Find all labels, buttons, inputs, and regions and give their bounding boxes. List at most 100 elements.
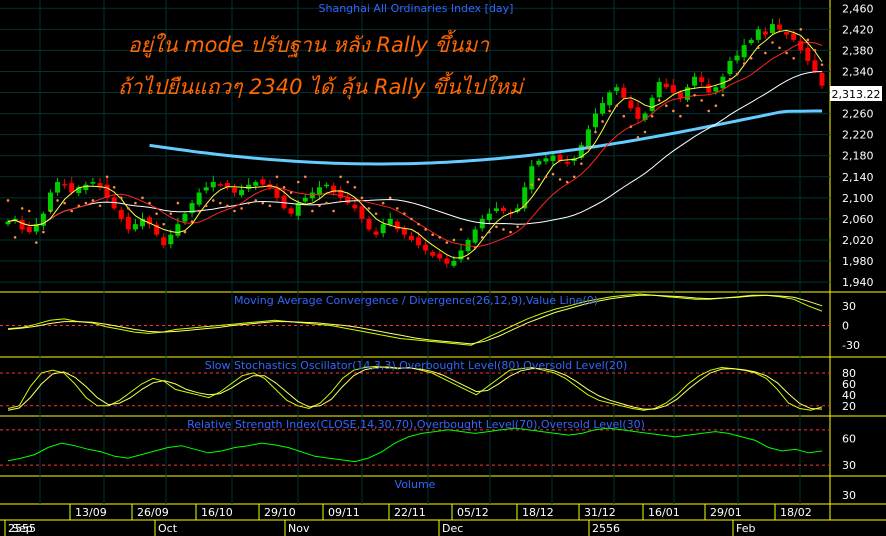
sar-dot xyxy=(20,207,24,210)
candle-body xyxy=(649,97,655,111)
price-tick-label: 2,100 xyxy=(842,192,874,205)
sar-dot xyxy=(594,130,597,134)
sar-dot xyxy=(693,93,696,97)
sar-dot xyxy=(119,196,123,200)
sar-dot xyxy=(615,104,619,107)
sar-dot xyxy=(403,212,406,215)
x-period-label: Feb xyxy=(736,522,755,535)
sar-dot xyxy=(197,209,201,213)
sar-dot xyxy=(296,180,300,184)
candle-body xyxy=(656,81,662,98)
sar-dot xyxy=(303,175,307,179)
sar-dot xyxy=(509,230,512,234)
sar-dot xyxy=(679,114,682,118)
sar-dot xyxy=(813,49,817,52)
candle-body xyxy=(493,208,499,212)
candle-body xyxy=(592,113,598,128)
sar-dot xyxy=(381,201,385,205)
candle-body xyxy=(62,184,68,186)
sar-dot xyxy=(792,56,795,60)
x-period-label: 2556 xyxy=(592,522,620,535)
sar-dot xyxy=(240,207,243,210)
sar-dot xyxy=(502,228,505,231)
sar-dot xyxy=(56,199,59,202)
candle-body xyxy=(734,55,740,61)
oscillator-tick-label: -30 xyxy=(842,339,860,352)
stochastics-panel xyxy=(0,365,830,411)
candle-body xyxy=(55,182,61,193)
sar-dot xyxy=(466,257,470,260)
sar-dot xyxy=(27,209,31,213)
candle-body xyxy=(585,129,591,147)
sar-dot xyxy=(346,180,350,184)
sar-dot xyxy=(785,51,788,55)
sar-dot xyxy=(261,201,265,205)
candle-body xyxy=(217,184,223,186)
candle-body xyxy=(564,162,570,164)
sar-dot xyxy=(360,196,364,200)
sar-dot xyxy=(84,201,88,205)
price-tick-label: 2,340 xyxy=(842,65,874,78)
x-date-label: 09/11 xyxy=(328,506,360,519)
candle-body xyxy=(741,45,747,58)
volume-title: Volume xyxy=(395,478,436,491)
candle-body xyxy=(19,219,25,230)
sar-dot xyxy=(268,204,272,208)
sar-dot xyxy=(565,180,569,184)
candle-body xyxy=(769,24,775,34)
x-period-label: Dec xyxy=(442,522,463,535)
sar-dot xyxy=(473,246,477,250)
candle-body xyxy=(175,224,181,236)
x-date-label: 18/12 xyxy=(522,506,554,519)
candle-body xyxy=(69,183,75,193)
candle-body xyxy=(345,197,351,204)
candle-body xyxy=(288,208,294,214)
sar-dot xyxy=(424,228,427,231)
sar-dot xyxy=(417,222,420,226)
sar-dot xyxy=(686,104,689,107)
candle-body xyxy=(486,213,492,220)
x-date-label: 29/10 xyxy=(264,506,296,519)
sar-dot xyxy=(728,78,732,81)
sar-dot xyxy=(707,109,711,113)
sar-dot xyxy=(169,212,173,215)
candle-body xyxy=(451,261,457,266)
candle-body xyxy=(239,189,245,196)
candle-body xyxy=(791,33,797,40)
candle-body xyxy=(359,206,365,219)
price-tick-label: 2,420 xyxy=(842,23,874,36)
price-tick-label: 1,940 xyxy=(842,276,874,289)
sar-dot xyxy=(247,201,250,205)
oscillator-tick-label: 60 xyxy=(842,433,856,446)
candle-body xyxy=(309,192,315,199)
sar-dot xyxy=(410,217,413,221)
candle-body xyxy=(5,221,11,225)
sar-dot xyxy=(233,209,236,213)
sar-dot xyxy=(523,204,527,208)
candle-body xyxy=(232,187,238,193)
sar-dot xyxy=(105,175,109,179)
sar-dot xyxy=(6,199,10,202)
oscillator-tick-label: 30 xyxy=(842,300,856,313)
oscillator-tick-label: 20 xyxy=(842,400,856,413)
candle-body xyxy=(366,218,372,230)
candle-body xyxy=(408,235,414,240)
candle-body xyxy=(118,209,124,219)
candle-body xyxy=(777,24,783,30)
x-period-label: Oct xyxy=(158,522,178,535)
candle-body xyxy=(628,100,634,109)
sar-dot xyxy=(700,99,703,102)
candle-body xyxy=(352,204,358,209)
x-date-label: 22/11 xyxy=(394,506,426,519)
sar-dot xyxy=(77,204,81,208)
candle-body xyxy=(536,160,542,165)
sar-dot xyxy=(608,109,611,113)
sar-dot xyxy=(289,191,293,194)
candle-body xyxy=(670,85,676,93)
candle-body xyxy=(762,31,768,35)
sar-dot xyxy=(714,104,718,107)
sar-dot xyxy=(771,41,774,44)
candle-body xyxy=(210,182,216,188)
x-date-label: 29/01 xyxy=(710,506,742,519)
sar-dot xyxy=(211,199,215,202)
